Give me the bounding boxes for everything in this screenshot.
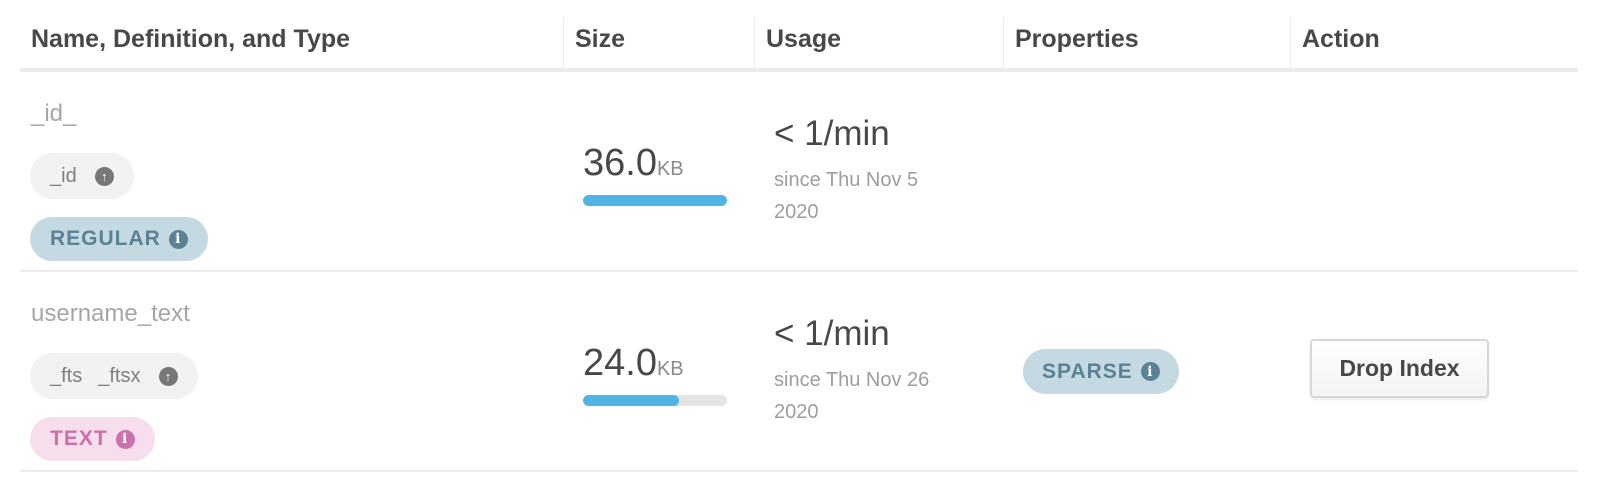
index-field: _fts bbox=[50, 364, 83, 387]
index-key-pill: _fts _ftsx ↑ bbox=[30, 353, 198, 399]
arrow-up-circle-icon: ↑ bbox=[94, 166, 114, 186]
size-value: 36.0 bbox=[583, 142, 657, 184]
property-badge: SPARSE i bbox=[1023, 349, 1179, 394]
size-bar bbox=[583, 395, 727, 406]
arrow-up-circle-icon: ↑ bbox=[158, 366, 178, 386]
index-size: 36.0KB bbox=[583, 142, 727, 206]
header-usage[interactable]: Usage bbox=[754, 18, 1003, 68]
index-field: _id bbox=[50, 164, 77, 187]
size-bar-fill bbox=[583, 395, 680, 406]
table-row: username_text _fts _ftsx ↑ TEXT i 24.0KB… bbox=[20, 272, 1578, 472]
indexes-table: Name, Definition, and Type Size Usage Pr… bbox=[20, 0, 1578, 472]
info-circle-icon[interactable]: i bbox=[168, 229, 188, 249]
index-key-pill: _id ↑ bbox=[30, 153, 134, 199]
table-header: Name, Definition, and Type Size Usage Pr… bbox=[20, 0, 1578, 72]
header-properties[interactable]: Properties bbox=[1003, 18, 1290, 68]
index-size: 24.0KB bbox=[583, 342, 727, 406]
header-action: Action bbox=[1290, 18, 1578, 68]
header-size[interactable]: Size bbox=[563, 18, 754, 68]
index-type-badge: REGULAR i bbox=[30, 217, 208, 261]
index-field: _ftsx bbox=[98, 364, 141, 387]
info-circle-icon[interactable]: i bbox=[115, 429, 135, 449]
table-row: _id_ _id ↑ REGULAR i 36.0KB < 1/min sinc… bbox=[20, 72, 1578, 272]
size-bar-fill bbox=[583, 195, 727, 206]
usage-since: since Thu Nov 5 2020 bbox=[774, 169, 919, 223]
header-name[interactable]: Name, Definition, and Type bbox=[20, 18, 563, 68]
index-type-badge: TEXT i bbox=[30, 417, 155, 461]
size-unit: KB bbox=[656, 158, 684, 180]
usage-rate: < 1/min bbox=[774, 314, 890, 353]
index-usage: < 1/min since Thu Nov 26 2020 bbox=[774, 314, 964, 428]
drop-index-button[interactable]: Drop Index bbox=[1310, 339, 1489, 398]
usage-since: since Thu Nov 26 2020 bbox=[774, 369, 930, 423]
info-circle-icon[interactable]: i bbox=[1140, 362, 1160, 381]
usage-rate: < 1/min bbox=[774, 114, 890, 153]
index-type-label: REGULAR bbox=[50, 227, 161, 250]
index-name: _id_ bbox=[31, 100, 77, 127]
size-unit: KB bbox=[656, 358, 684, 380]
property-label: SPARSE bbox=[1042, 359, 1133, 383]
size-bar bbox=[583, 195, 727, 206]
size-value: 24.0 bbox=[583, 342, 657, 384]
index-type-label: TEXT bbox=[50, 427, 108, 450]
index-usage: < 1/min since Thu Nov 5 2020 bbox=[774, 114, 964, 228]
index-name: username_text bbox=[31, 300, 190, 327]
